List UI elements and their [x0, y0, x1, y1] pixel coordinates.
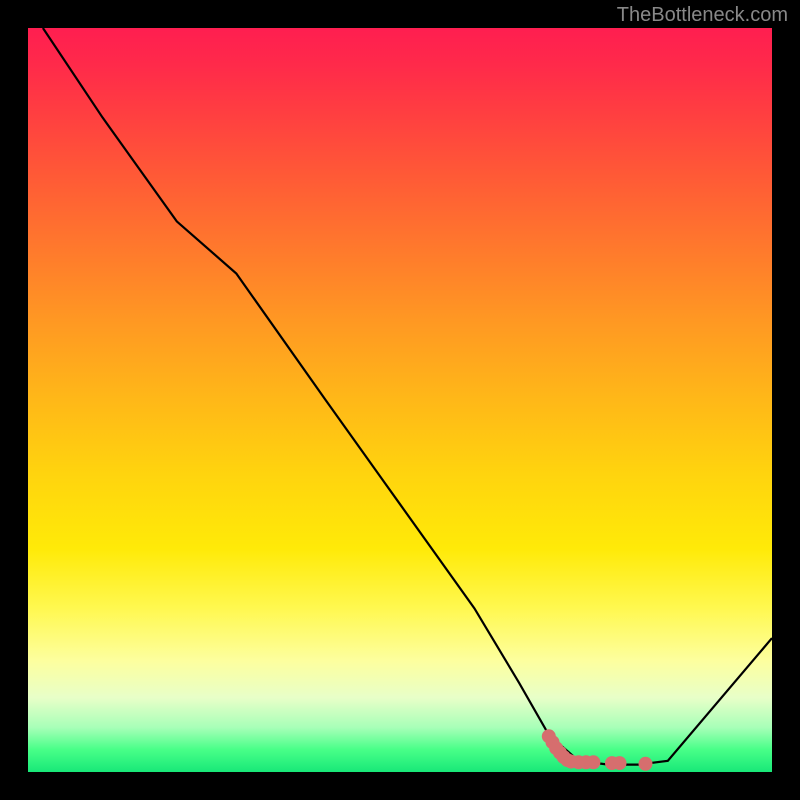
- watermark-text: TheBottleneck.com: [617, 4, 788, 27]
- chart-curve: [43, 28, 772, 765]
- chart-marker: [639, 757, 653, 771]
- chart-plot-area: [28, 28, 772, 772]
- chart-svg: [28, 28, 772, 772]
- chart-marker: [613, 756, 627, 770]
- chart-marker: [586, 755, 600, 769]
